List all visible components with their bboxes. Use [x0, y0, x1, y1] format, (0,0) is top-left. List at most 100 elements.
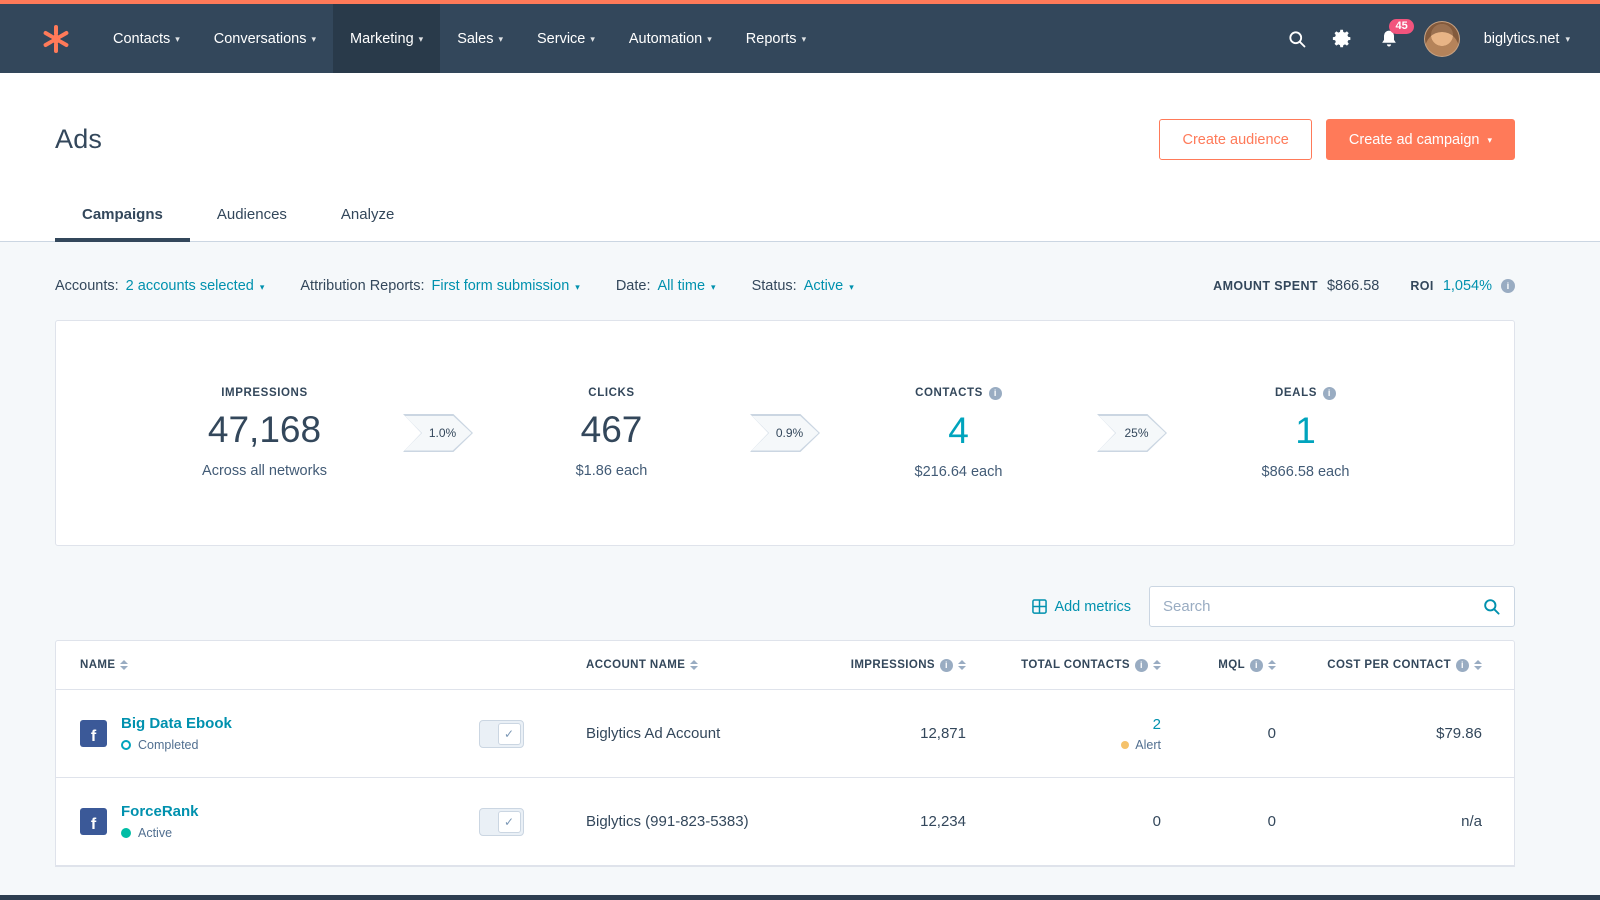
header-actions: Create audience Create ad campaign▾: [1159, 119, 1515, 160]
status-filter-dropdown[interactable]: Active▾: [804, 278, 854, 294]
hubspot-logo[interactable]: [0, 4, 96, 73]
nav-item-contacts[interactable]: Contacts▾: [96, 4, 197, 73]
chevron-down-icon: ▾: [707, 34, 712, 45]
toggle-cell: ✓: [456, 720, 546, 748]
nav-item-automation[interactable]: Automation▾: [612, 4, 729, 73]
create-ad-campaign-button[interactable]: Create ad campaign▾: [1326, 119, 1515, 160]
stage-subtext: Across all networks: [126, 463, 403, 479]
stage-value: 467: [473, 409, 750, 451]
sort-icon[interactable]: [958, 660, 966, 670]
sort-icon[interactable]: [690, 660, 698, 670]
info-icon[interactable]: i: [1250, 659, 1263, 672]
window-bottom-edge: [0, 895, 1600, 900]
info-icon[interactable]: i: [1323, 387, 1336, 400]
account-menu[interactable]: biglytics.net▾: [1484, 31, 1570, 47]
conversion-rate: 1.0%: [405, 416, 472, 451]
create-audience-button[interactable]: Create audience: [1159, 119, 1311, 160]
date-filter-value: All time: [657, 278, 705, 294]
search-icon[interactable]: [1286, 28, 1308, 50]
funnel-stage-clicks: CLICKS 467 $1.86 each: [473, 387, 750, 479]
add-metrics-button[interactable]: Add metrics: [1032, 599, 1131, 615]
campaign-name-link[interactable]: ForceRank: [121, 803, 199, 820]
stage-label: CONTACTSi: [820, 387, 1097, 400]
nav-label: Marketing: [350, 31, 414, 47]
campaign-name-link[interactable]: Big Data Ebook: [121, 715, 232, 732]
sort-icon[interactable]: [1153, 660, 1161, 670]
facebook-icon: f: [80, 720, 107, 747]
notifications-bell-icon[interactable]: 45: [1378, 28, 1400, 50]
campaign-toggle[interactable]: ✓: [479, 808, 524, 836]
contacts-count-link[interactable]: 2: [1153, 716, 1161, 733]
conversion-arrow: 0.9%: [750, 414, 820, 452]
chevron-down-icon: ▾: [575, 282, 580, 293]
attribution-filter-dropdown[interactable]: First form submission ▾: [432, 278, 580, 294]
table-header-row: NAME ACCOUNT NAME IMPRESSIONSi TOTAL CON…: [56, 641, 1514, 690]
info-icon[interactable]: i: [1456, 659, 1469, 672]
accounts-filter: Accounts: 2 accounts selected▾: [55, 278, 264, 294]
nav-label: Conversations: [214, 31, 307, 47]
add-metrics-label: Add metrics: [1054, 599, 1131, 615]
gear-icon[interactable]: [1332, 28, 1354, 50]
info-icon[interactable]: i: [1501, 279, 1515, 293]
column-header-cost-per-contact[interactable]: COST PER CONTACTi: [1291, 659, 1514, 672]
info-icon[interactable]: i: [940, 659, 953, 672]
nav-utilities: 45 biglytics.net▾: [1286, 4, 1600, 73]
column-header-mql[interactable]: MQLi: [1176, 659, 1291, 672]
nav-item-sales[interactable]: Sales▾: [440, 4, 520, 73]
info-icon[interactable]: i: [1135, 659, 1148, 672]
sort-icon[interactable]: [1474, 660, 1482, 670]
campaign-status: Active: [121, 826, 199, 840]
search-icon[interactable]: [1482, 597, 1501, 616]
total-contacts-cell: 2 Alert: [976, 716, 1176, 752]
funnel-stage-impressions: IMPRESSIONS 47,168 Across all networks: [126, 387, 403, 479]
accounts-filter-dropdown[interactable]: 2 accounts selected▾: [126, 278, 265, 294]
date-filter-label: Date:: [616, 278, 651, 294]
tab-campaigns[interactable]: Campaigns: [55, 192, 190, 242]
campaign-toggle[interactable]: ✓: [479, 720, 524, 748]
nav-item-service[interactable]: Service ▾: [520, 4, 612, 73]
user-avatar[interactable]: [1424, 21, 1460, 57]
chevron-down-icon: ▾: [419, 34, 424, 45]
alert-label: Alert: [1135, 738, 1161, 752]
amount-spent-label: AMOUNT SPENT: [1213, 279, 1318, 293]
date-filter-dropdown[interactable]: All time▾: [657, 278, 715, 294]
status-label: Active: [138, 826, 172, 840]
info-icon[interactable]: i: [989, 387, 1002, 400]
mql-cell: 0: [1176, 725, 1291, 742]
table-search: [1149, 586, 1515, 627]
conversion-arrow: 25%: [1097, 414, 1167, 452]
status-filter: Status: Active▾: [752, 278, 854, 294]
column-header-impressions[interactable]: IMPRESSIONSi: [796, 659, 976, 672]
tab-analyze[interactable]: Analyze: [314, 192, 421, 241]
cost-per-contact-cell: $79.86: [1291, 725, 1514, 742]
chevron-down-icon: ▾: [311, 34, 316, 45]
filter-bar: Accounts: 2 accounts selected▾ Attributi…: [55, 242, 1515, 294]
notification-count-badge: 45: [1389, 19, 1413, 34]
column-header-total-contacts[interactable]: TOTAL CONTACTSi: [976, 659, 1176, 672]
conversion-arrow: 1.0%: [403, 414, 473, 452]
page-header: Ads Create audience Create ad campaign▾: [0, 73, 1600, 160]
campaign-name-cell: f Big Data Ebook Completed: [56, 715, 456, 752]
tab-audiences[interactable]: Audiences: [190, 192, 314, 241]
impressions-cell: 12,234: [796, 813, 976, 830]
status-filter-label: Status:: [752, 278, 797, 294]
nav-label: Service: [537, 31, 585, 47]
search-input[interactable]: [1163, 598, 1482, 615]
column-header-account-name[interactable]: ACCOUNT NAME: [546, 659, 796, 671]
roi-label: ROI: [1410, 279, 1433, 293]
nav-item-reports[interactable]: Reports▾: [729, 4, 823, 73]
account-name-cell: Biglytics (991-823-5383): [546, 813, 796, 830]
chevron-down-icon: ▾: [590, 34, 595, 45]
sprocket-icon: [40, 23, 72, 55]
column-header-name[interactable]: NAME: [56, 659, 456, 671]
sort-icon[interactable]: [1268, 660, 1276, 670]
sort-icon[interactable]: [120, 660, 128, 670]
campaign-status: Completed: [121, 738, 232, 752]
accounts-filter-label: Accounts:: [55, 278, 119, 294]
summary-metrics: AMOUNT SPENT $866.58 ROI 1,054% i: [1213, 278, 1515, 294]
nav-item-conversations[interactable]: Conversations ▾: [197, 4, 333, 73]
attribution-filter-value: First form submission: [432, 278, 570, 294]
stage-label: DEALSi: [1167, 387, 1444, 400]
nav-item-marketing[interactable]: Marketing ▾: [333, 4, 440, 73]
roi-value: 1,054%: [1443, 278, 1492, 294]
